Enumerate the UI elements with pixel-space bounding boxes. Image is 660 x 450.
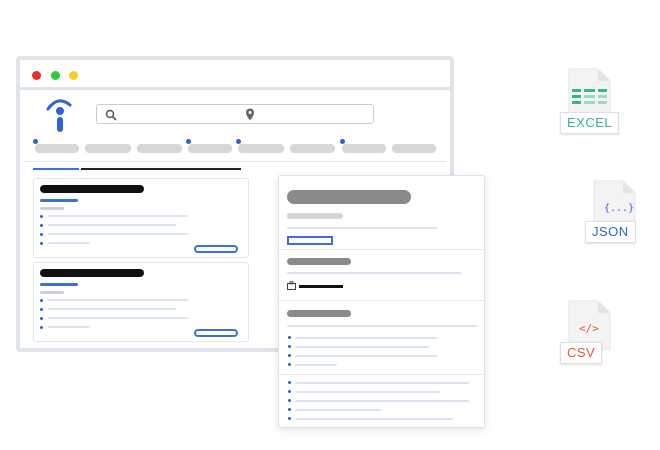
job-location: [40, 291, 64, 294]
bullet-icon: [288, 336, 291, 339]
close-window-button[interactable]: [32, 71, 41, 80]
window-titlebar: [20, 60, 450, 90]
bullet-icon: [288, 399, 291, 402]
detail-apply-button[interactable]: [287, 236, 333, 245]
filter-pill[interactable]: [85, 144, 131, 153]
csv-label: CSV: [560, 342, 603, 364]
company-name: [40, 199, 78, 202]
section-divider: [279, 374, 484, 375]
json-braces-icon: {...}: [604, 203, 635, 214]
job-card[interactable]: [33, 262, 249, 342]
illustration: EXCEL {...} JSON </> CSV: [0, 0, 660, 450]
indeed-logo[interactable]: [44, 97, 72, 133]
job-location: [40, 207, 64, 210]
bullet-icon: [288, 390, 291, 393]
job-snippet-line: [48, 308, 176, 310]
filter-pill[interactable]: [188, 144, 232, 153]
filter-pill[interactable]: [290, 144, 335, 153]
minimize-window-button[interactable]: [69, 71, 78, 80]
excel-label: EXCEL: [560, 112, 620, 134]
briefcase-icon: [287, 281, 296, 290]
filter-pill[interactable]: [35, 144, 79, 153]
job-detail-panel: [278, 175, 485, 428]
detail-text-line: [295, 418, 453, 420]
bullet-icon: [40, 215, 43, 218]
job-snippet-line: [48, 233, 188, 235]
detail-location-line: [287, 227, 437, 229]
excel-export[interactable]: EXCEL: [560, 68, 626, 134]
bullet-icon: [40, 224, 43, 227]
detail-text-line: [295, 337, 437, 339]
detail-text-line: [295, 409, 381, 411]
apply-button[interactable]: [194, 329, 238, 337]
filter-pill[interactable]: [137, 144, 182, 153]
bullet-icon: [40, 317, 43, 320]
detail-text-line: [295, 400, 469, 402]
bullet-icon: [40, 233, 43, 236]
search-input[interactable]: [96, 104, 374, 124]
job-title[interactable]: [40, 269, 144, 277]
detail-text-line: [295, 391, 441, 393]
job-snippet-line: [48, 317, 188, 319]
csv-export[interactable]: </> CSV: [560, 300, 626, 366]
bullet-icon: [288, 363, 291, 366]
bullet-icon: [288, 417, 291, 420]
section-divider: [279, 249, 484, 250]
code-tag-icon: </>: [579, 322, 599, 335]
detail-job-title: [287, 190, 411, 204]
job-snippet-line: [48, 326, 90, 328]
job-title[interactable]: [40, 185, 144, 193]
bullet-icon: [288, 381, 291, 384]
detail-company: [287, 213, 343, 219]
bullet-icon: [40, 299, 43, 302]
maximize-window-button[interactable]: [51, 71, 60, 80]
bullet-icon: [288, 345, 291, 348]
json-label: JSON: [585, 221, 636, 243]
tab-active-indicator[interactable]: [33, 168, 79, 170]
job-snippet-line: [48, 242, 90, 244]
section-heading: [287, 258, 351, 265]
filter-pill[interactable]: [238, 144, 284, 153]
detail-text-line: [295, 364, 337, 366]
job-snippet-line: [48, 299, 188, 301]
bullet-icon: [40, 308, 43, 311]
job-type-text: [299, 285, 343, 288]
company-name: [40, 283, 78, 286]
header-divider: [24, 161, 446, 162]
section-heading: [287, 310, 351, 317]
job-snippet-line: [48, 224, 176, 226]
detail-text-line: [295, 382, 469, 384]
job-snippet-line: [48, 215, 188, 217]
filter-pill[interactable]: [342, 144, 386, 153]
search-icon: [105, 109, 117, 121]
location-pin-icon: [246, 108, 254, 121]
detail-text-line: [287, 272, 461, 274]
detail-text-line: [295, 355, 437, 357]
bullet-icon: [288, 354, 291, 357]
bullet-icon: [288, 408, 291, 411]
filter-pill[interactable]: [392, 144, 436, 153]
job-card[interactable]: [33, 178, 249, 258]
apply-button[interactable]: [194, 245, 238, 253]
bullet-icon: [40, 326, 43, 329]
json-export[interactable]: {...} JSON: [585, 180, 651, 246]
excel-file-icon: [568, 68, 611, 118]
tab-underline: [81, 168, 241, 170]
section-divider: [279, 300, 484, 301]
bullet-icon: [40, 242, 43, 245]
detail-text-line: [287, 325, 477, 327]
detail-text-line: [295, 346, 429, 348]
